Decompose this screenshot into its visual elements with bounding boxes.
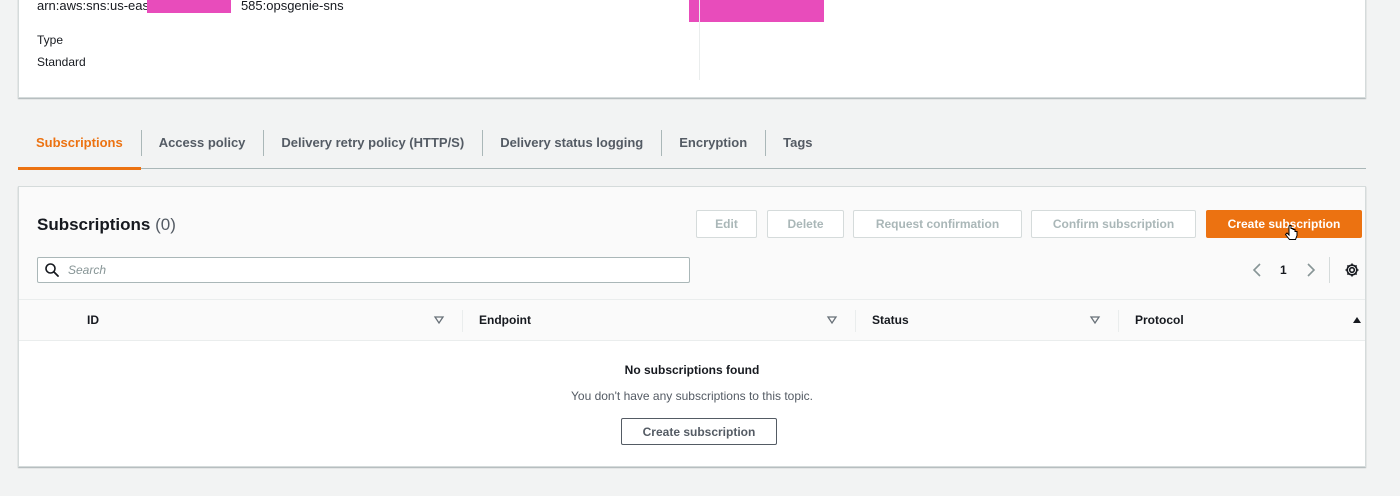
type-value: Standard (37, 55, 86, 69)
pager-divider (1329, 257, 1330, 283)
tab-delivery-retry-policy[interactable]: Delivery retry policy (HTTP/S) (263, 126, 482, 169)
tab-encryption[interactable]: Encryption (661, 126, 765, 169)
tab-subscriptions[interactable]: Subscriptions (18, 126, 141, 170)
sort-caret-up-icon[interactable] (1351, 314, 1363, 326)
current-page-number[interactable]: 1 (1280, 263, 1287, 277)
sort-caret-down-icon[interactable] (1089, 314, 1101, 326)
pointer-cursor-icon (1285, 225, 1298, 240)
redaction-mark (689, 0, 824, 22)
edit-button[interactable]: Edit (696, 210, 757, 238)
sort-caret-down-icon[interactable] (433, 314, 445, 326)
topic-tabs: Subscriptions Access policy Delivery ret… (18, 126, 1366, 170)
empty-state-create-subscription-button[interactable]: Create subscription (621, 418, 777, 445)
subscriptions-title: Subscriptions (0) (37, 215, 176, 235)
request-confirmation-button[interactable]: Request confirmation (853, 210, 1022, 238)
subscriptions-panel: Subscriptions (0) Edit Delete Request co… (18, 186, 1366, 467)
column-divider (699, 0, 700, 80)
sort-caret-down-icon[interactable] (826, 314, 838, 326)
subscriptions-count: (0) (155, 215, 176, 234)
search-input[interactable] (68, 258, 678, 282)
column-header-id[interactable]: ID (87, 300, 99, 340)
column-header-endpoint[interactable]: Endpoint (479, 300, 531, 340)
delete-button[interactable]: Delete (767, 210, 844, 238)
table-header: ID Endpoint Status Protocol (19, 299, 1365, 341)
tab-tags[interactable]: Tags (765, 126, 830, 169)
column-separator (462, 310, 463, 332)
confirm-subscription-button[interactable]: Confirm subscription (1031, 210, 1196, 238)
search-field[interactable] (37, 257, 690, 283)
column-header-protocol[interactable]: Protocol (1135, 300, 1184, 340)
topic-details-card: arn:aws:sns:us-east- 585:opsgenie-sns Typ… (18, 0, 1366, 98)
empty-state-description: You don't have any subscriptions to this… (571, 389, 813, 403)
column-separator (1118, 310, 1119, 332)
column-header-status[interactable]: Status (872, 300, 909, 340)
tab-delivery-status-logging[interactable]: Delivery status logging (482, 126, 661, 169)
chevron-left-icon[interactable] (1251, 262, 1265, 278)
type-label: Type (37, 33, 64, 47)
create-subscription-button[interactable]: Create subscription (1206, 210, 1362, 238)
search-icon (45, 263, 59, 277)
subscriptions-title-text: Subscriptions (37, 215, 151, 234)
column-separator (855, 310, 856, 332)
chevron-right-icon[interactable] (1303, 262, 1317, 278)
subscriptions-header: Subscriptions (0) Edit Delete Request co… (19, 187, 1365, 299)
settings-gear-icon[interactable] (1344, 262, 1360, 278)
tab-access-policy[interactable]: Access policy (140, 126, 264, 169)
empty-state-title: No subscriptions found (624, 363, 760, 377)
redaction-mark (147, 0, 231, 13)
